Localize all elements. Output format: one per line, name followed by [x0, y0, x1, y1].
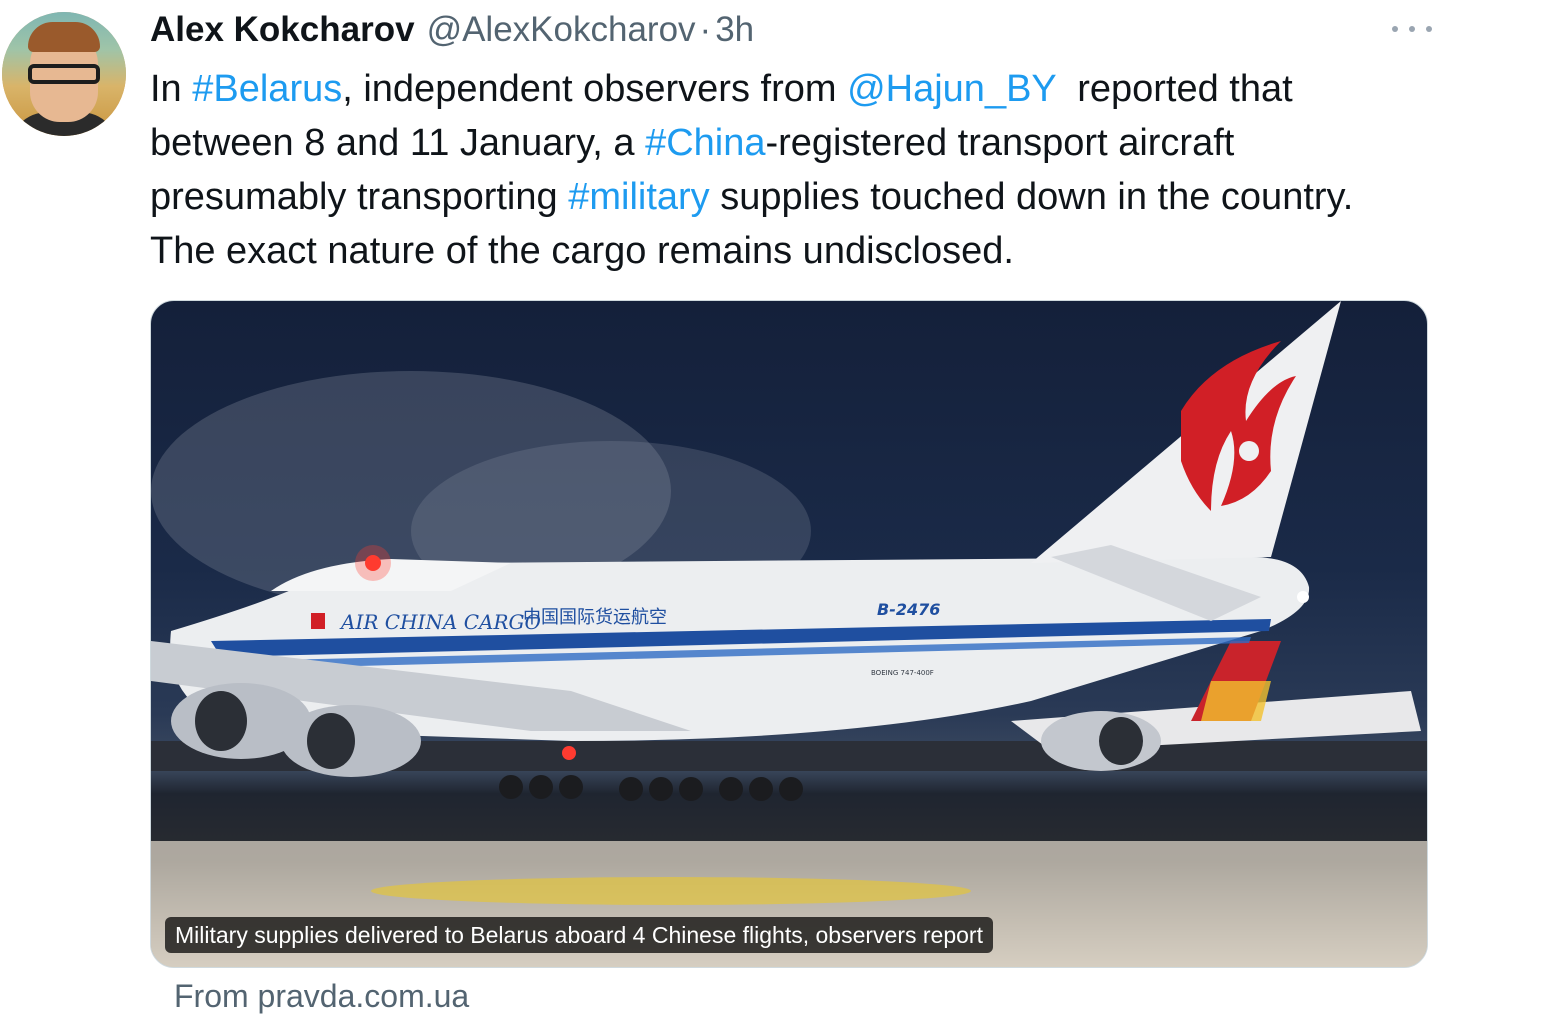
avatar[interactable] [2, 12, 126, 136]
more-horizontal-icon[interactable] [1392, 22, 1432, 36]
beacon-glow [355, 545, 391, 581]
airplane-photo: AIR CHINA CARGO 中国国际货运航空 B-2476 BOEING 7… [151, 301, 1427, 967]
mention-hajun-by[interactable]: @Hajun_BY [847, 68, 1056, 110]
hashtag-china[interactable]: #China [645, 122, 765, 164]
tweet-header: Alex Kokcharov @AlexKokcharov · 3h [150, 8, 754, 52]
taxi-marking [371, 877, 971, 905]
hashtag-military[interactable]: #military [568, 176, 709, 218]
media-caption: Military supplies delivered to Belarus a… [165, 917, 993, 953]
avatar-glasses [28, 64, 100, 84]
airplane-landing-gear [499, 775, 803, 801]
tweet-timestamp[interactable]: 3h [715, 10, 754, 50]
tweet-media-image[interactable]: AIR CHINA CARGO 中国国际货运航空 B-2476 BOEING 7… [150, 300, 1428, 968]
tweet-text: In #Belarus, independent observers from … [150, 62, 1390, 278]
source-link[interactable]: From pravda.com.ua [174, 978, 469, 1015]
separator-dot: · [699, 10, 712, 49]
beacon-light-lower [562, 746, 576, 760]
author-handle[interactable]: @AlexKokcharov [427, 10, 696, 50]
background-airplane-tail-stripe [1201, 681, 1271, 721]
model-text: BOEING 747-400F [871, 669, 934, 677]
tweet-text-segment: In [150, 68, 193, 110]
registration-text: B-2476 [877, 600, 940, 619]
more-dot [1392, 26, 1398, 32]
flag-icon [311, 613, 325, 629]
tail-light [1297, 591, 1309, 603]
livery-text: AIR CHINA CARGO [339, 610, 541, 634]
tweet-text-segment: , independent observers from [342, 68, 848, 110]
chinese-livery-text: 中国国际货运航空 [523, 607, 667, 628]
more-dot [1426, 26, 1432, 32]
hashtag-belarus[interactable]: #Belarus [192, 68, 342, 110]
author-name[interactable]: Alex Kokcharov [150, 10, 415, 50]
more-dot [1409, 26, 1415, 32]
avatar-hair [28, 22, 100, 52]
